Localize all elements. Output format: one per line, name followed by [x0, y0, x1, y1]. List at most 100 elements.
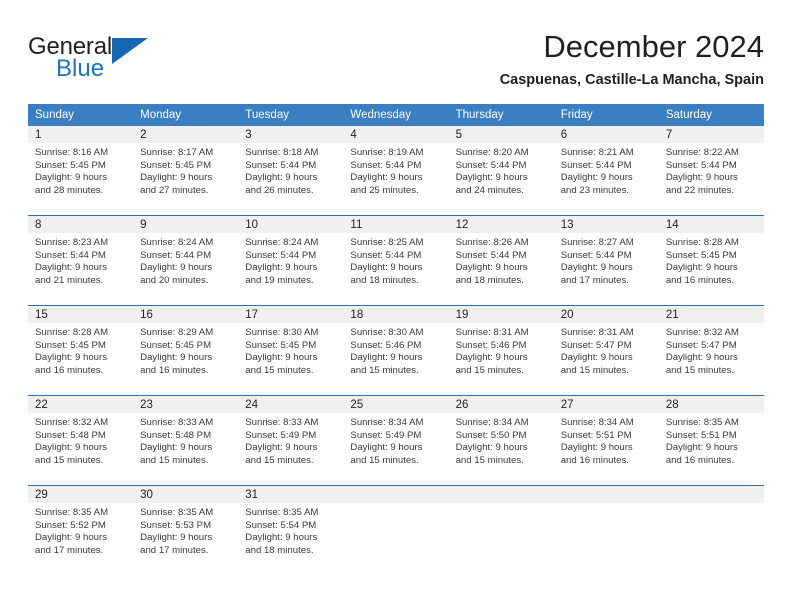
- calendar-day-cell[interactable]: 27 Sunrise: 8:34 AM Sunset: 5:51 PM Dayligh…: [553, 395, 659, 486]
- calendar-week-row: 29 Sunrise: 8:35 AM Sunset: 5:52 PM Dayligh…: [28, 485, 764, 575]
- sunrise-text: Sunrise: 8:29 AM: [140, 327, 214, 338]
- calendar-day-cell[interactable]: 29 Sunrise: 8:35 AM Sunset: 5:52 PM Dayligh…: [28, 485, 134, 575]
- calendar-day-cell[interactable]: 3 Sunrise: 8:18 AM Sunset: 5:44 PM Daylight…: [238, 126, 344, 216]
- sunset-text: Sunset: 5:50 PM: [455, 429, 527, 441]
- daylight-text-line1: Daylight: 9 hours: [140, 352, 213, 363]
- sunrise-text: Sunrise: 8:18 AM: [245, 147, 319, 158]
- calendar-day-cell[interactable]: 30 Sunrise: 8:35 AM Sunset: 5:53 PM Dayligh…: [133, 485, 239, 575]
- sunrise-text: Sunrise: 8:32 AM: [35, 417, 109, 428]
- page-title: December 2024: [543, 29, 764, 64]
- title-block: December 2024 Caspuenas, Castille-La Man…: [500, 28, 764, 91]
- day-cell-inner: 10 Sunrise: 8:24 AM Sunset: 5:44 PM Dayligh…: [238, 216, 344, 305]
- calendar-week-row: 8 Sunrise: 8:23 AM Sunset: 5:44 PM Daylight…: [28, 215, 764, 306]
- weekday-header-wednesday: Wednesday: [343, 104, 449, 126]
- day-details: Sunrise: 8:31 AM Sunset: 5:47 PM Daylight:…: [554, 323, 659, 377]
- calendar-day-cell[interactable]: 1 Sunrise: 8:16 AM Sunset: 5:45 PM Daylight…: [28, 126, 134, 216]
- sunset-text: Sunset: 5:44 PM: [245, 159, 317, 171]
- day-number: 27: [553, 396, 659, 413]
- location-subtitle: Caspuenas, Castille-La Mancha, Spain: [499, 72, 764, 88]
- sunset-text: Sunset: 5:44 PM: [35, 249, 106, 261]
- calendar-day-cell[interactable]: 6 Sunrise: 8:21 AM Sunset: 5:44 PM Daylight…: [553, 126, 659, 216]
- calendar-day-cell[interactable]: 15 Sunrise: 8:28 AM Sunset: 5:45 PM Dayligh…: [28, 305, 134, 396]
- calendar-day-cell[interactable]: 2 Sunrise: 8:17 AM Sunset: 5:45 PM Daylight…: [133, 126, 239, 216]
- day-cell-inner: 27 Sunrise: 8:34 AM Sunset: 5:51 PM Dayligh…: [553, 396, 659, 485]
- calendar-day-cell[interactable]: 31 Sunrise: 8:35 AM Sunset: 5:54 PM Dayligh…: [238, 485, 344, 575]
- day-details: Sunrise: 8:34 AM Sunset: 5:50 PM Daylight:…: [449, 413, 554, 467]
- sunset-text: Sunset: 5:46 PM: [455, 339, 527, 351]
- daylight-text-line1: Daylight: 9 hours: [35, 352, 107, 363]
- sunset-text: Sunset: 5:46 PM: [350, 339, 422, 351]
- calendar-day-cell[interactable]: 21 Sunrise: 8:32 AM Sunset: 5:47 PM Dayligh…: [658, 305, 764, 396]
- daylight-text-line2: and 26 minutes.: [245, 184, 314, 196]
- day-number: 16: [133, 306, 239, 323]
- sunrise-text: Sunrise: 8:27 AM: [560, 237, 634, 248]
- day-details: Sunrise: 8:34 AM Sunset: 5:51 PM Daylight:…: [554, 413, 659, 467]
- day-number: 31: [238, 486, 344, 503]
- calendar-day-cell[interactable]: 16 Sunrise: 8:29 AM Sunset: 5:45 PM Dayligh…: [133, 305, 239, 396]
- day-cell-inner: 21 Sunrise: 8:32 AM Sunset: 5:47 PM Dayligh…: [658, 306, 764, 395]
- day-number: 8: [28, 216, 134, 233]
- calendar-day-cell[interactable]: 7 Sunrise: 8:22 AM Sunset: 5:44 PM Daylight…: [658, 126, 764, 216]
- calendar-header-row: Sunday Monday Tuesday Wednesday Thursday Frid…: [28, 104, 764, 126]
- daylight-text-line1: Daylight: 9 hours: [350, 172, 423, 183]
- daylight-text-line1: Daylight: 9 hours: [35, 442, 107, 453]
- daylight-text-line2: and 15 minutes.: [665, 364, 735, 376]
- calendar-day-cell[interactable]: 26 Sunrise: 8:34 AM Sunset: 5:50 PM Dayligh…: [448, 395, 554, 486]
- daylight-text-line1: Daylight: 9 hours: [245, 352, 318, 363]
- calendar-cell-empty: [553, 485, 659, 575]
- calendar-day-cell[interactable]: 8 Sunrise: 8:23 AM Sunset: 5:44 PM Daylight…: [28, 215, 134, 306]
- day-details: Sunrise: 8:22 AM Sunset: 5:44 PM Daylight:…: [659, 143, 764, 197]
- general-blue-logo[interactable]: General Blue: [28, 28, 168, 88]
- day-cell-inner: 29 Sunrise: 8:35 AM Sunset: 5:52 PM Dayligh…: [28, 486, 134, 575]
- day-details: Sunrise: 8:24 AM Sunset: 5:44 PM Daylight:…: [238, 233, 343, 287]
- day-details: Sunrise: 8:23 AM Sunset: 5:44 PM Daylight:…: [28, 233, 133, 287]
- calendar-day-cell[interactable]: 10 Sunrise: 8:24 AM Sunset: 5:44 PM Dayligh…: [238, 215, 344, 306]
- daylight-text-line1: Daylight: 9 hours: [35, 172, 107, 183]
- sunrise-text: Sunrise: 8:24 AM: [140, 237, 214, 248]
- day-cell-inner: [553, 486, 659, 575]
- daylight-text-line2: and 28 minutes.: [35, 184, 104, 196]
- day-cell-inner: 1 Sunrise: 8:16 AM Sunset: 5:45 PM Daylight…: [28, 126, 134, 215]
- day-cell-inner: 30 Sunrise: 8:35 AM Sunset: 5:53 PM Dayligh…: [133, 486, 239, 575]
- sunset-text: Sunset: 5:44 PM: [350, 159, 422, 171]
- daylight-text-line2: and 19 minutes.: [245, 274, 314, 286]
- calendar-day-cell[interactable]: 24 Sunrise: 8:33 AM Sunset: 5:49 PM Dayligh…: [238, 395, 344, 486]
- calendar-day-cell[interactable]: 22 Sunrise: 8:32 AM Sunset: 5:48 PM Dayligh…: [28, 395, 134, 486]
- weekday-header-thursday: Thursday: [448, 104, 554, 126]
- calendar-day-cell[interactable]: 9 Sunrise: 8:24 AM Sunset: 5:44 PM Daylight…: [133, 215, 239, 306]
- weekday-header-tuesday: Tuesday: [238, 104, 344, 126]
- daylight-text-line2: and 15 minutes.: [245, 454, 314, 466]
- daylight-text-line2: and 17 minutes.: [560, 274, 629, 286]
- calendar-day-cell[interactable]: 13 Sunrise: 8:27 AM Sunset: 5:44 PM Dayligh…: [553, 215, 659, 306]
- sunrise-text: Sunrise: 8:35 AM: [665, 417, 739, 428]
- calendar-day-cell[interactable]: 28 Sunrise: 8:35 AM Sunset: 5:51 PM Dayligh…: [658, 395, 764, 486]
- daylight-text-line1: Daylight: 9 hours: [350, 442, 423, 453]
- calendar-day-cell[interactable]: 23 Sunrise: 8:33 AM Sunset: 5:48 PM Dayligh…: [133, 395, 239, 486]
- day-number: 29: [28, 486, 134, 503]
- calendar-page: General Blue December 2024 Caspuenas, Ca…: [0, 0, 792, 612]
- daylight-text-line1: Daylight: 9 hours: [245, 262, 318, 273]
- daylight-text-line1: Daylight: 9 hours: [665, 262, 738, 273]
- daylight-text-line2: and 27 minutes.: [140, 184, 209, 196]
- calendar-day-cell[interactable]: 25 Sunrise: 8:34 AM Sunset: 5:49 PM Dayligh…: [343, 395, 449, 486]
- calendar-day-cell[interactable]: 11 Sunrise: 8:25 AM Sunset: 5:44 PM Dayligh…: [343, 215, 449, 306]
- calendar-day-cell[interactable]: 12 Sunrise: 8:26 AM Sunset: 5:44 PM Dayligh…: [448, 215, 554, 306]
- daylight-text-line1: Daylight: 9 hours: [140, 262, 213, 273]
- daylight-text-line1: Daylight: 9 hours: [35, 262, 107, 273]
- calendar-day-cell[interactable]: 17 Sunrise: 8:30 AM Sunset: 5:45 PM Dayligh…: [238, 305, 344, 396]
- calendar-day-cell[interactable]: 19 Sunrise: 8:31 AM Sunset: 5:46 PM Dayligh…: [448, 305, 554, 396]
- sunset-text: Sunset: 5:45 PM: [35, 159, 106, 171]
- daylight-text-line1: Daylight: 9 hours: [560, 172, 633, 183]
- day-number: 13: [553, 216, 659, 233]
- sunrise-text: Sunrise: 8:22 AM: [665, 147, 739, 158]
- calendar-day-cell[interactable]: 20 Sunrise: 8:31 AM Sunset: 5:47 PM Dayligh…: [553, 305, 659, 396]
- calendar-day-cell[interactable]: 4 Sunrise: 8:19 AM Sunset: 5:44 PM Daylight…: [343, 126, 449, 216]
- calendar-day-cell[interactable]: 18 Sunrise: 8:30 AM Sunset: 5:46 PM Dayligh…: [343, 305, 449, 396]
- sunset-text: Sunset: 5:54 PM: [245, 519, 317, 531]
- day-cell-inner: 26 Sunrise: 8:34 AM Sunset: 5:50 PM Dayligh…: [448, 396, 554, 485]
- calendar-day-cell[interactable]: 14 Sunrise: 8:28 AM Sunset: 5:45 PM Dayligh…: [658, 215, 764, 306]
- sunset-text: Sunset: 5:51 PM: [560, 429, 632, 441]
- calendar-day-cell[interactable]: 5 Sunrise: 8:20 AM Sunset: 5:44 PM Daylight…: [448, 126, 554, 216]
- sunrise-text: Sunrise: 8:34 AM: [455, 417, 529, 428]
- weekday-header-monday: Monday: [133, 104, 239, 126]
